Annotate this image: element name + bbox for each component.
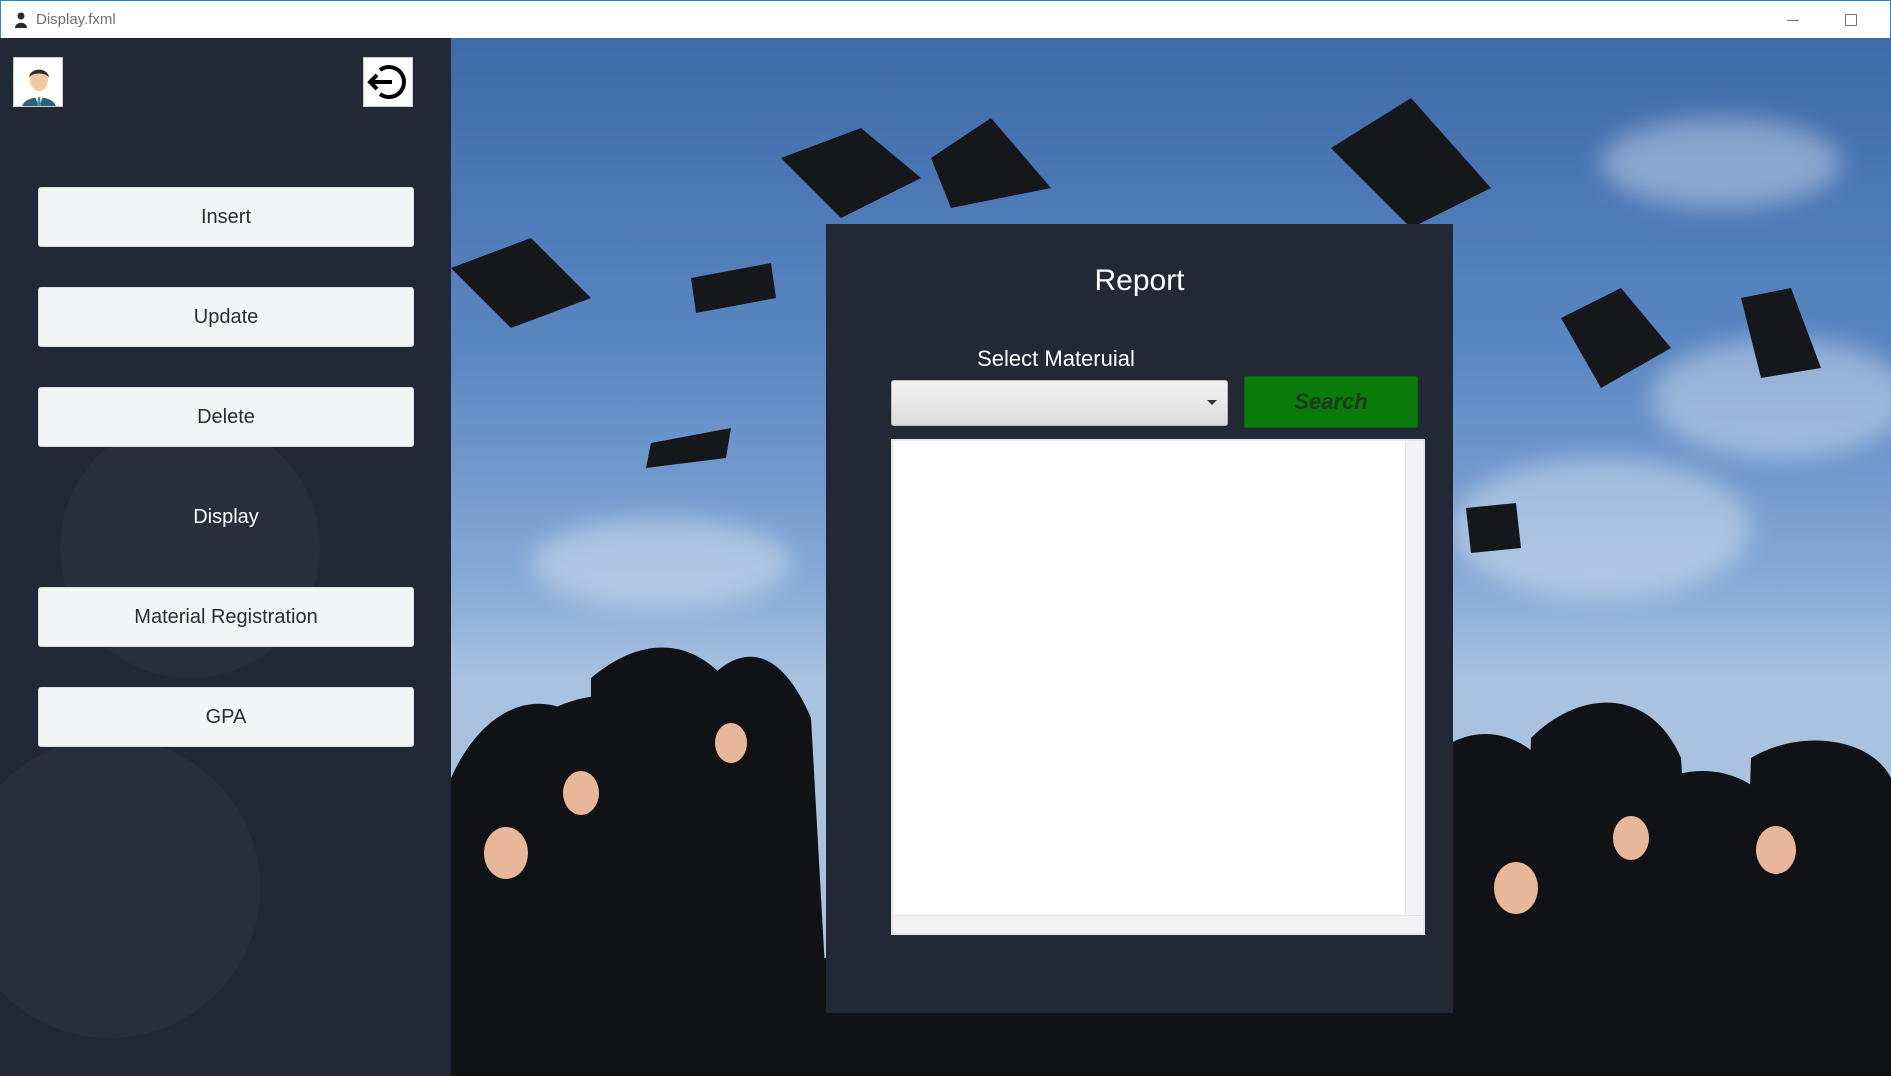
insert-button[interactable]: Insert <box>38 187 414 247</box>
sidebar-watermark <box>0 738 260 1038</box>
display-label: Display <box>193 505 259 528</box>
window-titlebar: Display.fxml <box>0 0 1891 38</box>
gpa-button[interactable]: GPA <box>38 687 414 747</box>
logout-button[interactable] <box>363 57 413 107</box>
window-title: Display.fxml <box>36 11 116 28</box>
chevron-down-icon[interactable] <box>1207 400 1217 405</box>
report-title: Report <box>1094 264 1185 297</box>
select-material-label: Select Materuial <box>977 346 1135 371</box>
update-button[interactable]: Update <box>38 287 414 347</box>
report-panel: Report Select Materuial Search <box>826 224 1453 1013</box>
search-button[interactable]: Search <box>1244 376 1418 428</box>
maximize-button[interactable] <box>1823 1 1879 39</box>
vertical-scrollbar[interactable] <box>1405 441 1423 917</box>
results-text-area[interactable] <box>891 439 1425 935</box>
app-person-icon <box>15 12 27 28</box>
app-root: Insert Update Delete Display Material Re… <box>0 38 1891 1076</box>
material-registration-button[interactable]: Material Registration <box>38 587 414 647</box>
avatar[interactable] <box>13 57 63 107</box>
horizontal-scrollbar[interactable] <box>893 915 1423 933</box>
user-avatar-icon <box>14 58 62 106</box>
delete-button[interactable]: Delete <box>38 387 414 447</box>
sidebar: Insert Update Delete Display Material Re… <box>0 38 451 1076</box>
logout-icon <box>367 65 406 99</box>
material-combobox[interactable] <box>891 380 1228 426</box>
minimize-button[interactable] <box>1765 1 1821 39</box>
